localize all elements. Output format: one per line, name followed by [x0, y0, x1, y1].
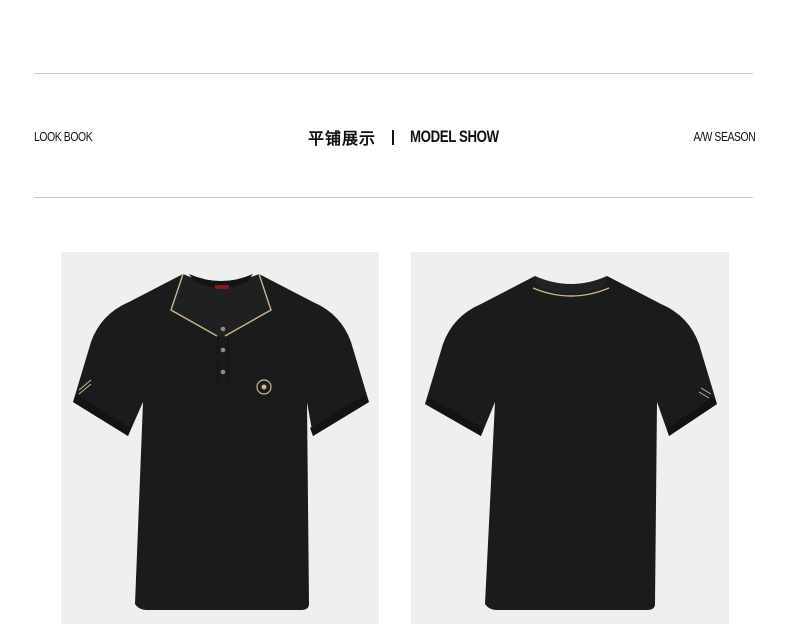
title-chinese: 平铺展示: [308, 129, 377, 148]
section-header: LOOK BOOK 平铺展示 MODEL SHOW A/W SEASON: [0, 124, 790, 150]
title-english: MODEL SHOW: [410, 127, 499, 146]
bottom-divider-line: [34, 197, 753, 198]
product-photo-back[interactable]: [411, 252, 729, 624]
section-title: 平铺展示 MODEL SHOW: [308, 124, 524, 150]
look-book-label: LOOK BOOK: [34, 129, 93, 144]
top-divider-line: [34, 73, 753, 74]
title-separator: [392, 129, 395, 145]
product-photo-front[interactable]: [61, 252, 379, 624]
polo-front-image: [73, 273, 369, 610]
season-label: A/W SEASON: [693, 129, 755, 144]
polo-back-image: [425, 276, 717, 610]
